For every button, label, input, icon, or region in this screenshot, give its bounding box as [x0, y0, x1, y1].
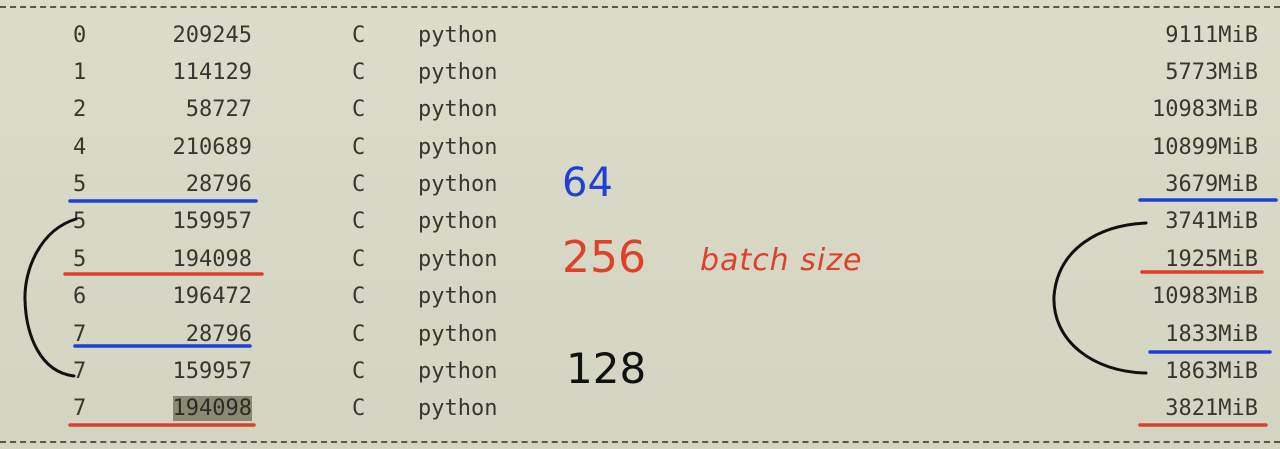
- process-name: python: [418, 396, 498, 421]
- process-type: C: [352, 247, 366, 272]
- gpu-id: 1: [73, 60, 87, 85]
- table-row: 2 58727 C python 10983MiB: [0, 91, 1280, 128]
- process-type: C: [352, 322, 366, 347]
- process-name: python: [418, 284, 498, 309]
- process-type: C: [352, 359, 366, 384]
- annotation-batch-128: 128: [566, 344, 647, 393]
- process-pid: 159957: [172, 359, 252, 384]
- process-name: python: [418, 359, 498, 384]
- process-name: python: [418, 247, 498, 272]
- gpu-id: 7: [73, 322, 87, 347]
- table-row: 4 210689 C python 10899MiB: [0, 129, 1280, 166]
- gpu-id: 5: [73, 247, 87, 272]
- process-pid: 209245: [172, 23, 252, 48]
- gpu-memory-usage: 10983MiB: [1152, 97, 1258, 122]
- process-type: C: [352, 172, 366, 197]
- table-row: 5 28796 C python 3679MiB: [0, 166, 1280, 203]
- table-border-top: [0, 6, 1280, 8]
- process-name: python: [418, 97, 498, 122]
- selected-text[interactable]: 194098: [172, 396, 252, 421]
- gpu-memory-usage: 3821MiB: [1165, 396, 1258, 421]
- gpu-memory-usage: 1863MiB: [1165, 359, 1258, 384]
- gpu-memory-usage: 10899MiB: [1152, 135, 1258, 160]
- gpu-id: 4: [73, 135, 87, 160]
- process-name: python: [418, 60, 498, 85]
- process-type: C: [352, 97, 366, 122]
- process-type: C: [352, 60, 366, 85]
- process-type: C: [352, 209, 366, 234]
- gpu-memory-usage: 3679MiB: [1165, 172, 1258, 197]
- gpu-memory-usage: 1925MiB: [1165, 247, 1258, 272]
- process-name: python: [418, 322, 498, 347]
- table-row: 7 194098 C python 3821MiB: [0, 390, 1280, 427]
- process-name: python: [418, 172, 498, 197]
- process-name: python: [418, 209, 498, 234]
- gpu-id: 2: [73, 97, 87, 122]
- table-border-bottom: [0, 441, 1280, 443]
- process-pid: 114129: [172, 60, 252, 85]
- process-type: C: [352, 135, 366, 160]
- process-pid: 28796: [185, 322, 252, 347]
- terminal-screen: 0 209245 C python 9111MiB 1 114129 C pyt…: [0, 0, 1280, 449]
- gpu-memory-usage: 10983MiB: [1152, 284, 1258, 309]
- process-pid: 210689: [172, 135, 252, 160]
- gpu-id: 0: [73, 23, 87, 48]
- gpu-id: 5: [73, 172, 87, 197]
- process-pid[interactable]: 194098: [140, 390, 252, 427]
- gpu-id: 7: [73, 396, 87, 421]
- annotation-batch-64: 64: [562, 160, 613, 206]
- process-pid: 58727: [185, 97, 252, 122]
- gpu-memory-usage: 9111MiB: [1165, 23, 1258, 48]
- annotation-batch-size-note: batch size: [700, 243, 863, 278]
- gpu-memory-usage: 3741MiB: [1165, 209, 1258, 234]
- table-row: 0 209245 C python 9111MiB: [0, 17, 1280, 54]
- process-name: python: [418, 135, 498, 160]
- process-type: C: [352, 284, 366, 309]
- gpu-id: 7: [73, 359, 87, 384]
- process-name: python: [418, 23, 498, 48]
- gpu-id: 5: [73, 209, 87, 234]
- annotation-batch-256: 256: [562, 232, 646, 283]
- gpu-memory-usage: 5773MiB: [1165, 60, 1258, 85]
- process-pid: 159957: [172, 209, 252, 234]
- gpu-memory-usage: 1833MiB: [1165, 322, 1258, 347]
- process-type: C: [352, 396, 366, 421]
- table-row: 6 196472 C python 10983MiB: [0, 278, 1280, 315]
- table-row: 1 114129 C python 5773MiB: [0, 54, 1280, 91]
- process-pid: 194098: [172, 247, 252, 272]
- process-type: C: [352, 23, 366, 48]
- process-pid: 28796: [185, 172, 252, 197]
- gpu-id: 6: [73, 284, 87, 309]
- process-pid: 196472: [172, 284, 252, 309]
